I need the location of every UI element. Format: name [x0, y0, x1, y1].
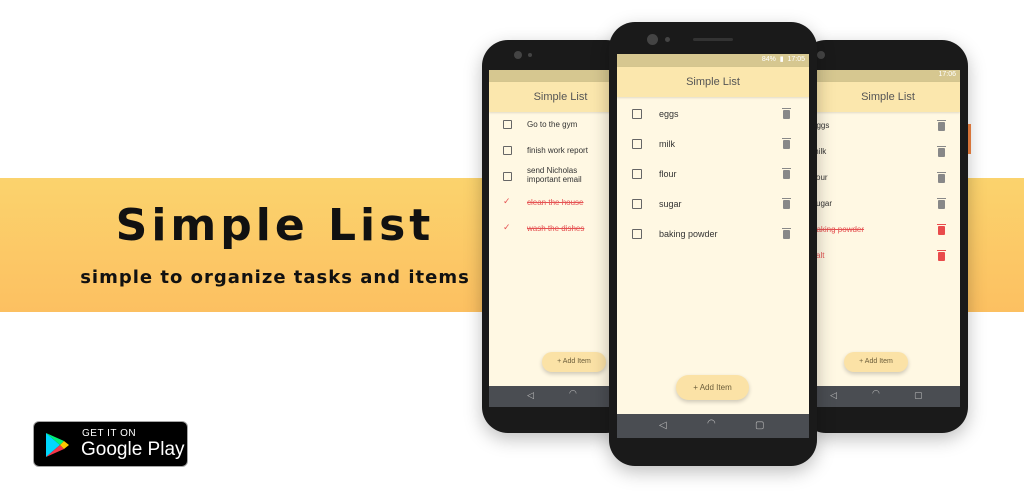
hero-title: Simple List	[115, 200, 435, 251]
item-label: eggs	[659, 109, 679, 119]
camera	[514, 51, 522, 59]
trash-icon[interactable]	[937, 198, 946, 209]
list-item[interactable]: sugar	[800, 190, 960, 216]
status-bar: 17:06	[800, 70, 960, 82]
google-play-icon	[46, 433, 69, 457]
item-label: Go to the gym	[527, 120, 578, 129]
item-list: eggs milk flour sugar baking powder	[617, 99, 809, 249]
list-item[interactable]: flour	[617, 159, 809, 189]
nav-bar: ◁ ◠ ▢	[617, 414, 809, 438]
center-phone: 84% ▮ 17:05 Simple List eggs milk flour sug…	[609, 22, 817, 466]
list-item[interactable]: eggs	[617, 99, 809, 129]
list-item[interactable]: baking powder	[800, 216, 960, 242]
list-item[interactable]: sugar	[617, 189, 809, 219]
list-item[interactable]: milk	[617, 129, 809, 159]
status-time: 17:05	[787, 56, 805, 63]
check-icon[interactable]: ✓	[503, 223, 511, 233]
hero-text: Simple List simple to organize tasks and…	[60, 200, 490, 288]
home-icon[interactable]: ◠	[872, 389, 880, 399]
camera	[817, 51, 825, 59]
list-item[interactable]: salt	[800, 242, 960, 268]
list-item[interactable]: baking powder	[617, 219, 809, 249]
side-button	[968, 124, 971, 154]
recents-icon[interactable]: ▢	[914, 391, 923, 401]
item-label: baking powder	[659, 229, 718, 239]
hero-subtitle: simple to organize tasks and items	[80, 267, 470, 288]
trash-icon[interactable]	[782, 168, 791, 179]
item-label: send Nicholas important email	[527, 166, 582, 184]
back-icon[interactable]: ◁	[659, 420, 667, 431]
home-icon[interactable]: ◠	[569, 389, 577, 399]
trash-icon[interactable]	[782, 108, 791, 119]
trash-icon[interactable]	[782, 138, 791, 149]
right-screen: 17:06 Simple List eggs milk flour sugar baki…	[800, 70, 960, 407]
checkbox[interactable]	[632, 169, 642, 179]
checkbox[interactable]	[632, 199, 642, 209]
list-item[interactable]: milk	[800, 138, 960, 164]
checkbox[interactable]	[632, 139, 642, 149]
status-time: 17:06	[938, 71, 956, 78]
list-item[interactable]: eggs	[800, 112, 960, 138]
add-item-button[interactable]: + Add Item	[542, 352, 606, 372]
item-label: flour	[659, 169, 677, 179]
camera	[647, 34, 658, 45]
recents-icon[interactable]: ▢	[755, 420, 764, 431]
sensor	[665, 37, 670, 42]
add-item-button[interactable]: + Add Item	[844, 352, 908, 372]
item-label: wash the dishes	[527, 224, 585, 233]
status-bar: 84% ▮ 17:05	[617, 54, 809, 67]
item-list: eggs milk flour sugar baking powder salt	[800, 112, 960, 268]
check-icon[interactable]: ✓	[503, 197, 511, 207]
google-play-badge[interactable]: GET IT ON Google Play	[33, 421, 188, 467]
trash-icon[interactable]	[782, 228, 791, 239]
list-item[interactable]: flour	[800, 164, 960, 190]
add-item-button[interactable]: + Add Item	[676, 375, 749, 400]
badge-bottom-text: Google Play	[81, 439, 185, 460]
promo-banner: Simple List simple to organize tasks and…	[0, 0, 1024, 500]
trash-icon[interactable]	[937, 120, 946, 131]
app-title: Simple List	[617, 67, 809, 97]
trash-icon[interactable]	[782, 198, 791, 209]
checkbox[interactable]	[503, 120, 512, 129]
checkbox[interactable]	[632, 109, 642, 119]
item-label: baking powder	[812, 225, 865, 234]
trash-icon[interactable]	[937, 224, 946, 235]
speaker	[693, 38, 733, 41]
sensor	[528, 53, 532, 57]
home-icon[interactable]: ◠	[707, 418, 716, 429]
checkbox[interactable]	[503, 172, 512, 181]
nav-bar: ◁ ◠ ▢	[800, 386, 960, 407]
item-label: sugar	[659, 199, 682, 209]
back-icon[interactable]: ◁	[527, 391, 534, 401]
badge-top-text: GET IT ON	[82, 428, 137, 439]
trash-icon[interactable]	[937, 250, 946, 261]
right-phone: 17:06 Simple List eggs milk flour sugar baki…	[800, 40, 971, 433]
checkbox[interactable]	[632, 229, 642, 239]
trash-icon[interactable]	[937, 172, 946, 183]
status-right: 84% ▮ 17:05	[761, 56, 805, 63]
app-title: Simple List	[800, 82, 960, 112]
back-icon[interactable]: ◁	[830, 391, 837, 401]
item-label: finish work report	[527, 146, 588, 155]
item-label: milk	[659, 139, 675, 149]
item-label: clean the house	[527, 198, 584, 207]
center-screen: 84% ▮ 17:05 Simple List eggs milk flour sug…	[617, 54, 809, 438]
battery-level: 84%	[761, 56, 776, 63]
trash-icon[interactable]	[937, 146, 946, 157]
checkbox[interactable]	[503, 146, 512, 155]
